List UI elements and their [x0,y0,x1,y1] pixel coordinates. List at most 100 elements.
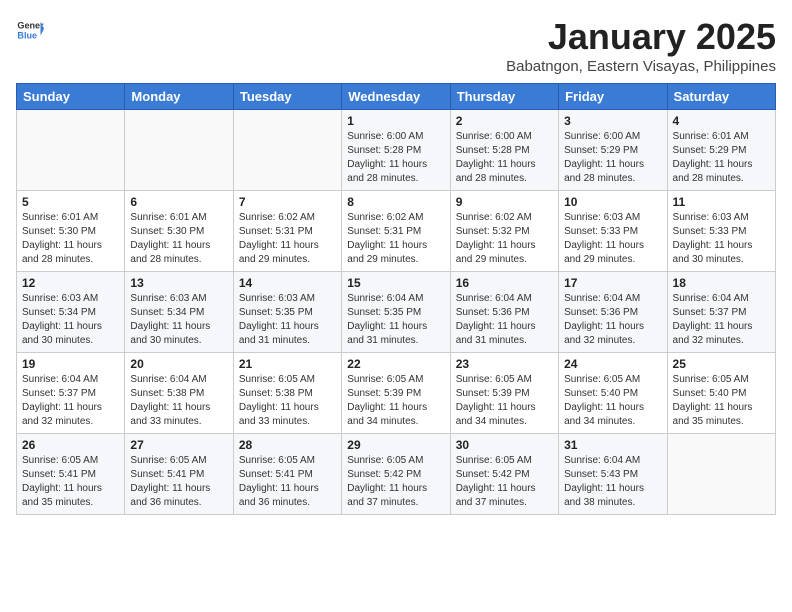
calendar-cell: 29Sunrise: 6:05 AM Sunset: 5:42 PM Dayli… [342,434,450,515]
day-number: 15 [347,276,444,290]
weekday-header-cell: Monday [125,84,233,110]
day-number: 23 [456,357,553,371]
day-info: Sunrise: 6:00 AM Sunset: 5:29 PM Dayligh… [564,130,661,186]
calendar-cell: 26Sunrise: 6:05 AM Sunset: 5:41 PM Dayli… [17,434,125,515]
day-number: 13 [130,276,227,290]
day-info: Sunrise: 6:05 AM Sunset: 5:40 PM Dayligh… [564,373,661,429]
day-number: 18 [673,276,770,290]
day-info: Sunrise: 6:00 AM Sunset: 5:28 PM Dayligh… [456,130,553,186]
calendar-cell: 15 Sunrise: 6:04 AM Sunset: 5:35 PM Dayli… [342,272,450,353]
day-info: Sunrise: 6:01 AM Sunset: 5:30 PM Dayligh… [22,211,119,267]
calendar-cell: 18 Sunrise: 6:04 AM Sunset: 5:37 PM Dayli… [667,272,775,353]
calendar-cell [667,434,775,515]
day-info: Sunrise: 6:04 AM Sunset: 5:36 PM Dayligh… [456,292,553,348]
calendar-cell: 5 Sunrise: 6:01 AM Sunset: 5:30 PM Daylig… [17,191,125,272]
day-number: 22 [347,357,444,371]
calendar-cell: 31Sunrise: 6:04 AM Sunset: 5:43 PM Dayli… [559,434,667,515]
day-info: Sunrise: 6:05 AM Sunset: 5:41 PM Dayligh… [239,454,336,510]
weekday-header-cell: Friday [559,84,667,110]
day-number: 4 [673,114,770,128]
day-info: Sunrise: 6:03 AM Sunset: 5:34 PM Dayligh… [22,292,119,348]
day-number: 10 [564,195,661,209]
day-number: 17 [564,276,661,290]
weekday-header-cell: Sunday [17,84,125,110]
logo-icon: General Blue [16,16,44,44]
calendar-cell: 9Sunrise: 6:02 AM Sunset: 5:32 PM Daylig… [450,191,558,272]
calendar-cell [17,110,125,191]
calendar-cell: 27 Sunrise: 6:05 AM Sunset: 5:41 PM Dayli… [125,434,233,515]
calendar-week-row: 1 Sunrise: 6:00 AM Sunset: 5:28 PM Daylig… [17,110,776,191]
day-number: 5 [22,195,119,209]
day-info: Sunrise: 6:03 AM Sunset: 5:34 PM Dayligh… [130,292,227,348]
day-info: Sunrise: 6:03 AM Sunset: 5:33 PM Dayligh… [564,211,661,267]
day-number: 8 [347,195,444,209]
calendar-cell: 17 Sunrise: 6:04 AM Sunset: 5:36 PM Dayli… [559,272,667,353]
day-info: Sunrise: 6:04 AM Sunset: 5:35 PM Dayligh… [347,292,444,348]
day-number: 3 [564,114,661,128]
day-number: 1 [347,114,444,128]
calendar-table: SundayMondayTuesdayWednesdayThursdayFrid… [16,83,776,515]
calendar-week-row: 26Sunrise: 6:05 AM Sunset: 5:41 PM Dayli… [17,434,776,515]
day-number: 19 [22,357,119,371]
day-number: 21 [239,357,336,371]
day-number: 27 [130,438,227,452]
day-info: Sunrise: 6:04 AM Sunset: 5:37 PM Dayligh… [673,292,770,348]
calendar-cell: 7 Sunrise: 6:02 AM Sunset: 5:31 PM Daylig… [233,191,341,272]
svg-text:General: General [17,21,44,31]
calendar-cell: 4 Sunrise: 6:01 AM Sunset: 5:29 PM Daylig… [667,110,775,191]
logo: General Blue [16,16,44,44]
calendar-cell: 21Sunrise: 6:05 AM Sunset: 5:38 PM Dayli… [233,353,341,434]
day-info: Sunrise: 6:02 AM Sunset: 5:31 PM Dayligh… [347,211,444,267]
weekday-header-row: SundayMondayTuesdayWednesdayThursdayFrid… [17,84,776,110]
calendar-cell: 23 Sunrise: 6:05 AM Sunset: 5:39 PM Dayli… [450,353,558,434]
calendar-title: January 2025 [506,16,776,58]
calendar-cell: 2 Sunrise: 6:00 AM Sunset: 5:28 PM Daylig… [450,110,558,191]
day-info: Sunrise: 6:05 AM Sunset: 5:40 PM Dayligh… [673,373,770,429]
weekday-header-cell: Tuesday [233,84,341,110]
calendar-cell: 10 Sunrise: 6:03 AM Sunset: 5:33 PM Dayli… [559,191,667,272]
day-number: 28 [239,438,336,452]
day-number: 7 [239,195,336,209]
calendar-cell: 20Sunrise: 6:04 AM Sunset: 5:38 PM Dayli… [125,353,233,434]
calendar-cell: 12 Sunrise: 6:03 AM Sunset: 5:34 PM Dayli… [17,272,125,353]
calendar-cell: 22 Sunrise: 6:05 AM Sunset: 5:39 PM Dayli… [342,353,450,434]
day-info: Sunrise: 6:04 AM Sunset: 5:37 PM Dayligh… [22,373,119,429]
day-number: 2 [456,114,553,128]
day-number: 29 [347,438,444,452]
day-info: Sunrise: 6:00 AM Sunset: 5:28 PM Dayligh… [347,130,444,186]
day-number: 31 [564,438,661,452]
day-number: 6 [130,195,227,209]
calendar-cell [233,110,341,191]
day-number: 14 [239,276,336,290]
calendar-cell: 14Sunrise: 6:03 AM Sunset: 5:35 PM Dayli… [233,272,341,353]
day-number: 25 [673,357,770,371]
day-info: Sunrise: 6:04 AM Sunset: 5:36 PM Dayligh… [564,292,661,348]
day-info: Sunrise: 6:03 AM Sunset: 5:33 PM Dayligh… [673,211,770,267]
calendar-subtitle: Babatngon, Eastern Visayas, Philippines [506,58,776,75]
day-number: 16 [456,276,553,290]
calendar-week-row: 12 Sunrise: 6:03 AM Sunset: 5:34 PM Dayli… [17,272,776,353]
day-info: Sunrise: 6:05 AM Sunset: 5:41 PM Dayligh… [22,454,119,510]
calendar-cell: 25 Sunrise: 6:05 AM Sunset: 5:40 PM Dayli… [667,353,775,434]
title-block: January 2025 Babatngon, Eastern Visayas,… [506,16,776,75]
weekday-header-cell: Thursday [450,84,558,110]
day-info: Sunrise: 6:05 AM Sunset: 5:41 PM Dayligh… [130,454,227,510]
weekday-header-cell: Wednesday [342,84,450,110]
day-info: Sunrise: 6:05 AM Sunset: 5:39 PM Dayligh… [456,373,553,429]
svg-text:Blue: Blue [17,30,37,40]
day-info: Sunrise: 6:01 AM Sunset: 5:30 PM Dayligh… [130,211,227,267]
day-info: Sunrise: 6:02 AM Sunset: 5:32 PM Dayligh… [456,211,553,267]
calendar-week-row: 5 Sunrise: 6:01 AM Sunset: 5:30 PM Daylig… [17,191,776,272]
calendar-cell: 13 Sunrise: 6:03 AM Sunset: 5:34 PM Dayli… [125,272,233,353]
day-info: Sunrise: 6:05 AM Sunset: 5:42 PM Dayligh… [456,454,553,510]
day-info: Sunrise: 6:02 AM Sunset: 5:31 PM Dayligh… [239,211,336,267]
day-info: Sunrise: 6:05 AM Sunset: 5:39 PM Dayligh… [347,373,444,429]
day-number: 24 [564,357,661,371]
day-info: Sunrise: 6:01 AM Sunset: 5:29 PM Dayligh… [673,130,770,186]
calendar-cell: 19 Sunrise: 6:04 AM Sunset: 5:37 PM Dayli… [17,353,125,434]
day-number: 12 [22,276,119,290]
calendar-cell: 11 Sunrise: 6:03 AM Sunset: 5:33 PM Dayli… [667,191,775,272]
day-number: 11 [673,195,770,209]
day-number: 20 [130,357,227,371]
calendar-cell: 3 Sunrise: 6:00 AM Sunset: 5:29 PM Daylig… [559,110,667,191]
